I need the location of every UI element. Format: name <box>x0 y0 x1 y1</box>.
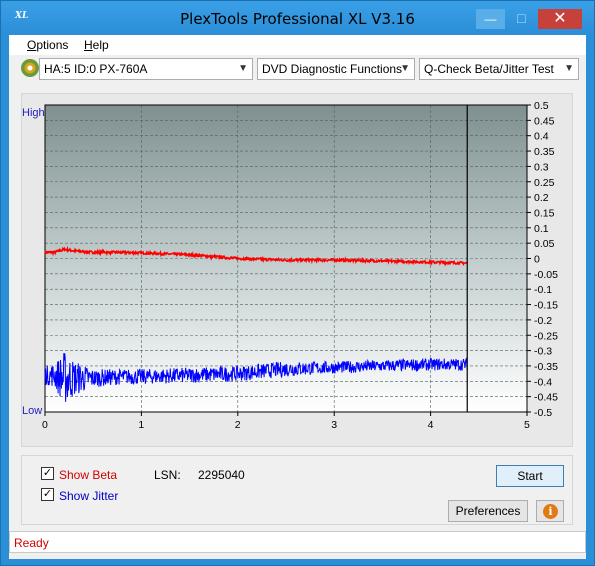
x-tick-label: 4 <box>428 419 434 431</box>
lsn-label: LSN: <box>154 468 181 482</box>
y-tick-label: 0.3 <box>534 161 549 173</box>
y-tick-label: 0.35 <box>534 146 555 158</box>
y-tick-label: 0.05 <box>534 238 555 250</box>
y-tick-label: -0.15 <box>534 300 558 312</box>
lsn-value: 2295040 <box>198 468 245 482</box>
y-tick-label: -0.5 <box>534 407 552 419</box>
show-beta-checkbox[interactable]: ✓ <box>41 467 54 480</box>
y-tick-label: -0.2 <box>534 315 552 327</box>
y-tick-label: 0.15 <box>534 207 555 219</box>
x-tick-label: 2 <box>235 419 241 431</box>
preferences-button[interactable]: Preferences <box>448 500 528 522</box>
y-tick-label: -0.1 <box>534 284 552 296</box>
title-bar[interactable]: XL PlexTools Professional XL V3.16 — ☐ ✕ <box>1 1 594 35</box>
show-jitter-text: Show Jitter <box>59 489 119 503</box>
status-text: Ready <box>14 536 49 550</box>
client-area: Options Help HA:5 ID:0 PX-760A ▼ DVD Dia… <box>9 35 586 559</box>
y-tick-label: 0.2 <box>534 192 549 204</box>
x-tick-label: 1 <box>138 419 144 431</box>
close-button[interactable]: ✕ <box>538 9 582 29</box>
info-button[interactable]: i <box>536 500 564 522</box>
y-tick-label: -0.4 <box>534 376 552 388</box>
start-button[interactable]: Start <box>496 465 564 487</box>
y-tick-label: 0.1 <box>534 223 549 235</box>
controls-panel: ✓ Show Beta ✓ Show Jitter LSN: 2295040 S… <box>21 455 573 525</box>
minimize-button[interactable]: — <box>476 9 505 29</box>
y-tick-label: 0.4 <box>534 131 549 143</box>
y-tick-label: 0.45 <box>534 115 555 127</box>
maximize-button[interactable]: ☐ <box>507 9 536 29</box>
x-tick-label: 3 <box>331 419 337 431</box>
x-tick-label: 5 <box>524 419 530 431</box>
show-beta-label[interactable]: Show Beta <box>59 468 117 482</box>
app-window: XL PlexTools Professional XL V3.16 — ☐ ✕… <box>0 0 595 566</box>
x-tick-label: 0 <box>42 419 48 431</box>
beta-jitter-chart: 0.5 0.45 0.4 0.35 0.3 0.25 0.2 0.15 0.1 0.05 0 -0.0… <box>42 100 558 431</box>
y-tick-label: 0.5 <box>534 100 549 112</box>
y-tick-label: -0.35 <box>534 361 558 373</box>
window-title: PlexTools Professional XL V3.16 <box>180 10 415 28</box>
y-tick-label: -0.25 <box>534 330 558 342</box>
y-tick-label: -0.45 <box>534 392 558 404</box>
y-tick-label: 0 <box>534 254 540 266</box>
info-icon: i <box>543 504 558 519</box>
show-jitter-checkbox[interactable]: ✓ <box>41 488 54 501</box>
y-tick-label: -0.05 <box>534 269 558 281</box>
y-tick-label: -0.3 <box>534 346 552 358</box>
show-beta-text: Show Beta <box>59 468 118 482</box>
show-jitter-label[interactable]: Show Jitter <box>59 489 118 503</box>
y-tick-label: 0.25 <box>534 177 555 189</box>
status-bar: Ready <box>9 531 586 553</box>
